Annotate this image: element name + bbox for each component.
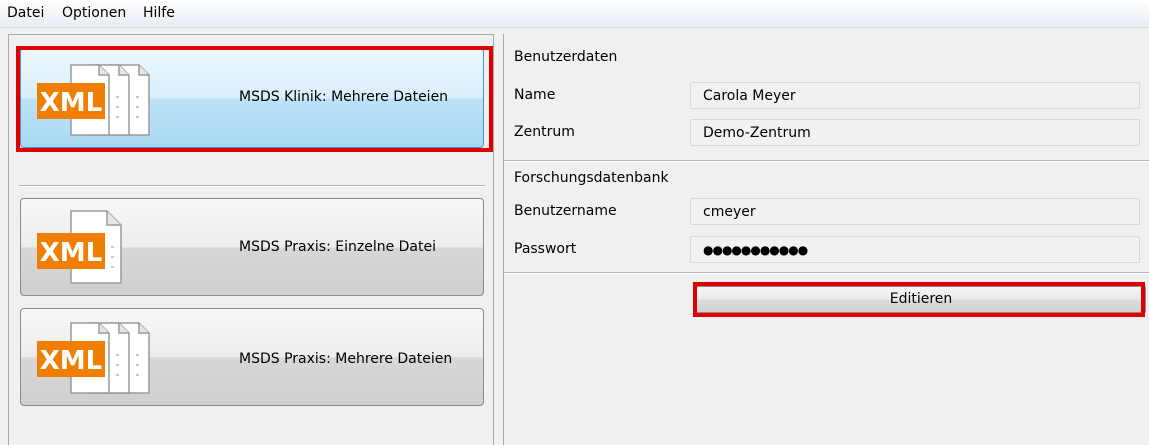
tile-label: MSDS Praxis: Einzelne Datei: [239, 239, 436, 255]
divider: [504, 160, 1149, 162]
password-field[interactable]: ●●●●●●●●●●●: [690, 236, 1140, 263]
name-label: Name: [514, 87, 556, 103]
tile-label: MSDS Klinik: Mehrere Dateien: [239, 89, 449, 105]
xml-icon-text: XML: [40, 88, 103, 118]
xml-files-icon: XML: [37, 322, 150, 394]
menu-optionen[interactable]: Optionen: [62, 5, 126, 21]
tile-msds-klinik-mehrere[interactable]: XML MSDS Klinik: Mehrere Dateien: [20, 48, 484, 148]
edit-button[interactable]: Editieren: [696, 286, 1146, 313]
workspace: XML MSDS Klinik: Mehrere Dateien XML MSD…: [0, 28, 1149, 445]
username-field[interactable]: cmeyer: [690, 198, 1140, 225]
menu-bar: Datei Optionen Hilfe: [0, 0, 1149, 28]
divider: [504, 272, 1149, 274]
user-data-panel: Benutzerdaten Name Carola Meyer Zentrum …: [503, 34, 1149, 445]
username-label: Benutzername: [514, 203, 617, 219]
section-title-forschungsdatenbank: Forschungsdatenbank: [514, 170, 669, 186]
tile-msds-praxis-einzeln[interactable]: XML MSDS Praxis: Einzelne Datei: [20, 198, 484, 296]
center-label: Zentrum: [514, 124, 575, 140]
tile-msds-praxis-mehrere[interactable]: XML MSDS Praxis: Mehrere Dateien: [20, 308, 484, 406]
import-tile-list: XML MSDS Klinik: Mehrere Dateien XML MSD…: [8, 34, 494, 445]
name-field[interactable]: Carola Meyer: [690, 82, 1140, 109]
xml-files-icon: XML: [37, 64, 150, 136]
center-field[interactable]: Demo-Zentrum: [690, 119, 1140, 146]
xml-icon-text: XML: [40, 346, 103, 376]
menu-datei[interactable]: Datei: [7, 5, 44, 21]
tile-label: MSDS Praxis: Mehrere Dateien: [239, 351, 453, 367]
divider: [19, 185, 485, 187]
section-title-benutzerdaten: Benutzerdaten: [514, 49, 618, 65]
xml-icon-text: XML: [40, 238, 103, 268]
menu-hilfe[interactable]: Hilfe: [143, 5, 175, 21]
xml-file-icon: XML: [37, 210, 122, 284]
password-label: Passwort: [514, 241, 577, 257]
